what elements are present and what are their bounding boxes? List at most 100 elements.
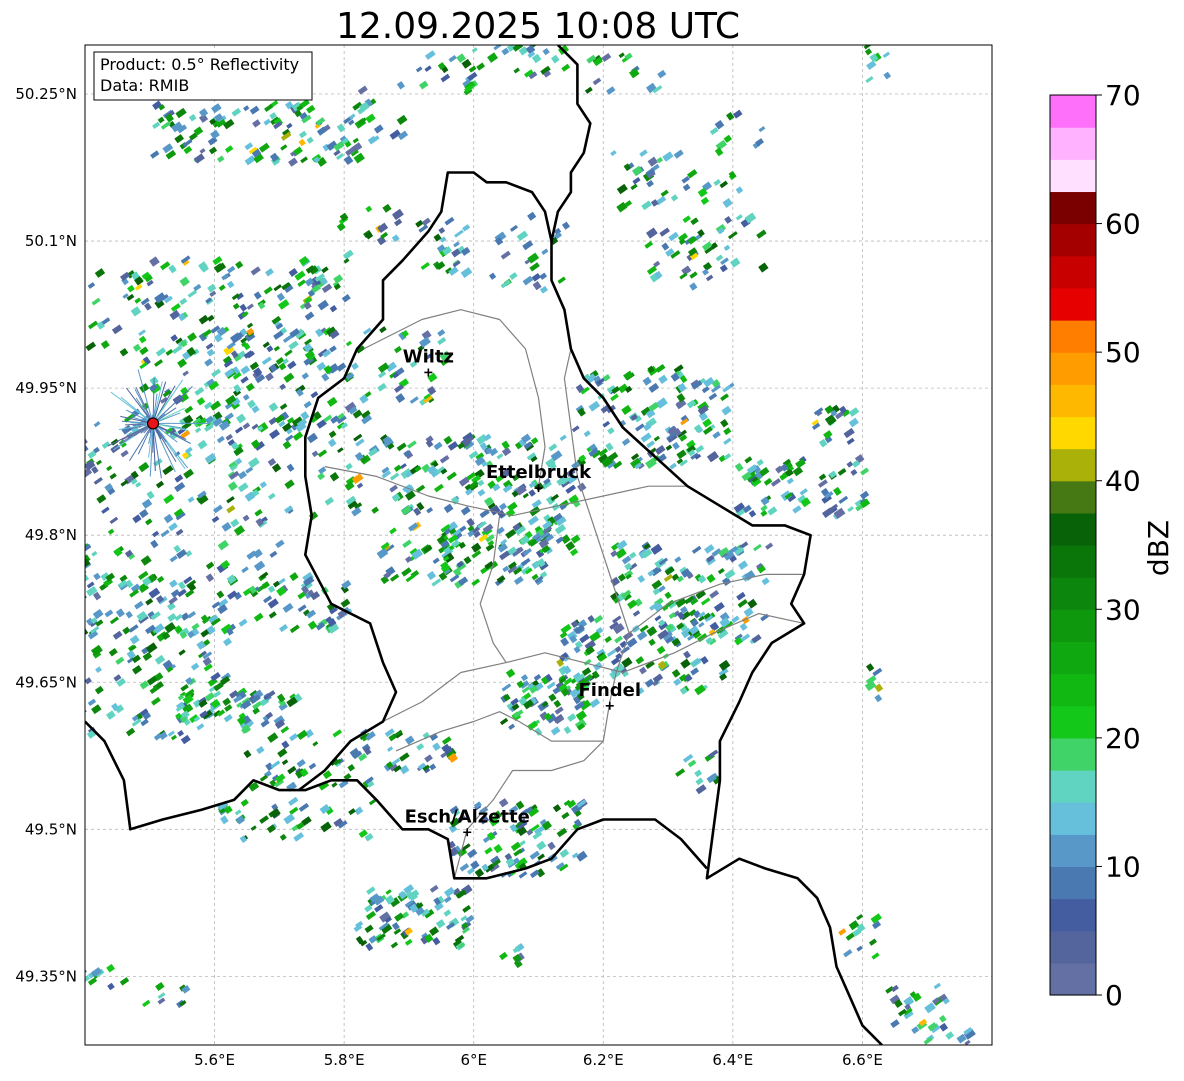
lon-tick-label: 5.8°E (324, 1051, 365, 1069)
latitude-axis: 50.25°N 50.1°N 49.95°N 49.8°N 49.65°N 49.5°N 4… (15, 85, 77, 985)
radar-echo-pixel (63, 623, 74, 633)
colorbar-segment (1050, 416, 1096, 450)
radar-site (146, 417, 160, 430)
colorbar-segment (1050, 480, 1096, 514)
colorbar-segment (1050, 609, 1096, 643)
radar-echo-pixel (966, 1049, 977, 1059)
radar-echo-pixel (59, 488, 68, 496)
colorbar-segment (1050, 770, 1096, 803)
radar-echo-pixel (941, 1047, 950, 1056)
radar-echo-pixel (75, 606, 85, 615)
radar-echo-pixel (960, 1047, 969, 1055)
lat-tick-label: 50.1°N (25, 232, 77, 250)
colorbar-segment (1050, 802, 1096, 835)
colorbar-segment (1050, 384, 1096, 418)
radar-echo-pixel (61, 433, 70, 441)
colorbar-segment (1050, 127, 1096, 160)
colorbar-segment (1050, 287, 1096, 321)
info-data-source: Data: RMIB (100, 76, 189, 95)
colorbar-segment (1050, 352, 1096, 385)
radar-echo-pixel (919, 1049, 926, 1056)
radar-echo-pixel (76, 415, 84, 423)
radar-echo-pixel (60, 511, 68, 518)
lon-tick-label: 6.2°E (583, 1051, 624, 1069)
city-label: Ettelbruck (486, 462, 592, 483)
colorbar-segment (1050, 673, 1096, 707)
radar-echo-pixel (62, 621, 69, 628)
colorbar-tick-label: 20 (1105, 722, 1141, 755)
colorbar-segment (1050, 705, 1096, 739)
colorbar-tick-label: 50 (1105, 336, 1141, 369)
map-title: 12.09.2025 10:08 UTC (336, 6, 740, 47)
colorbar-tick-label: 10 (1105, 850, 1141, 883)
radar-echo-pixel (74, 435, 82, 443)
radar-echo-pixel (917, 1051, 927, 1061)
city-label: Wiltz (403, 346, 454, 367)
colorbar-segment (1050, 834, 1096, 868)
radar-echo-pixel (974, 1050, 985, 1060)
colorbar-tick-label: 40 (1105, 465, 1141, 498)
radar-echo-pixel (55, 461, 62, 468)
radar-echo-pixel (914, 1048, 925, 1058)
radar-echo-pixel (957, 1049, 967, 1059)
radar-echo-pixel (70, 584, 81, 595)
colorbar-label: dBZ (1142, 520, 1175, 576)
colorbar-segment (1050, 448, 1096, 482)
radar-echo-pixel (72, 704, 82, 713)
radar-echo-pixel (55, 469, 62, 476)
colorbar-segment (1050, 255, 1096, 289)
colorbar-segment (1050, 898, 1096, 932)
colorbar-tick-label: 0 (1105, 979, 1123, 1012)
lon-tick-label: 5.6°E (194, 1051, 235, 1069)
colorbar-segment (1050, 320, 1096, 353)
radar-echo-pixel (915, 1045, 922, 1051)
info-box: Product: 0.5° Reflectivity Data: RMIB (93, 51, 313, 101)
colorbar-segment (1050, 512, 1096, 546)
colorbar-segment (1050, 159, 1096, 193)
radar-echo-pixel (933, 1055, 943, 1064)
radar-echo-pixel (68, 481, 76, 488)
city-label: Findel (578, 680, 641, 701)
colorbar-segment (1050, 930, 1096, 964)
lat-tick-label: 49.8°N (25, 526, 77, 544)
info-product: Product: 0.5° Reflectivity (100, 55, 299, 74)
colorbar-segment (1050, 737, 1096, 771)
radar-echo-pixel (74, 438, 83, 447)
colorbar-segment (1050, 95, 1096, 128)
colorbar: 0 10 20 30 40 50 60 70 (1049, 79, 1141, 1012)
radar-site-marker (146, 417, 160, 430)
lat-tick-label: 50.25°N (15, 85, 77, 103)
lon-tick-label: 6°E (460, 1051, 487, 1069)
radar-echo-pixel (919, 1048, 927, 1056)
radar-echo-pixel (62, 589, 74, 600)
radar-echo-pixel (926, 1054, 937, 1064)
colorbar-tick-label: 70 (1105, 79, 1141, 112)
colorbar-segment (1050, 545, 1096, 578)
lat-tick-label: 49.65°N (15, 673, 77, 691)
radar-echo-pixel (67, 422, 78, 432)
colorbar-segment (1050, 191, 1096, 225)
lat-tick-label: 49.35°N (15, 967, 77, 985)
longitude-axis: 5.6°E 5.8°E 6°E 6.2°E 6.4°E 6.6°E (194, 1051, 883, 1069)
radar-echo-pixel (68, 512, 76, 520)
radar-echo-pixel (65, 418, 74, 426)
colorbar-tick-label: 60 (1105, 208, 1141, 241)
colorbar-segment (1050, 962, 1096, 996)
radar-echo-pixel (61, 490, 71, 500)
radar-echo-pixel (65, 586, 73, 593)
radar-echo-pixel (66, 612, 75, 620)
colorbar-segment (1050, 641, 1096, 675)
colorbar-segment (1050, 223, 1096, 257)
colorbar-segment (1050, 866, 1096, 900)
lon-tick-label: 6.4°E (712, 1051, 753, 1069)
radar-echo-pixel (60, 510, 69, 518)
radar-echo-pixel (71, 733, 78, 740)
lon-tick-label: 6.6°E (842, 1051, 883, 1069)
lat-tick-label: 49.95°N (15, 379, 77, 397)
radar-map-figure: 12.09.2025 10:08 UTC Wiltz Ettelbruck Find… (15, 6, 1175, 1069)
colorbar-tick-label: 30 (1105, 593, 1141, 626)
radar-echo-pixel (71, 462, 81, 472)
city-label: Esch/Alzette (405, 806, 530, 827)
colorbar-segment (1050, 577, 1096, 610)
lat-tick-label: 49.5°N (25, 820, 77, 838)
